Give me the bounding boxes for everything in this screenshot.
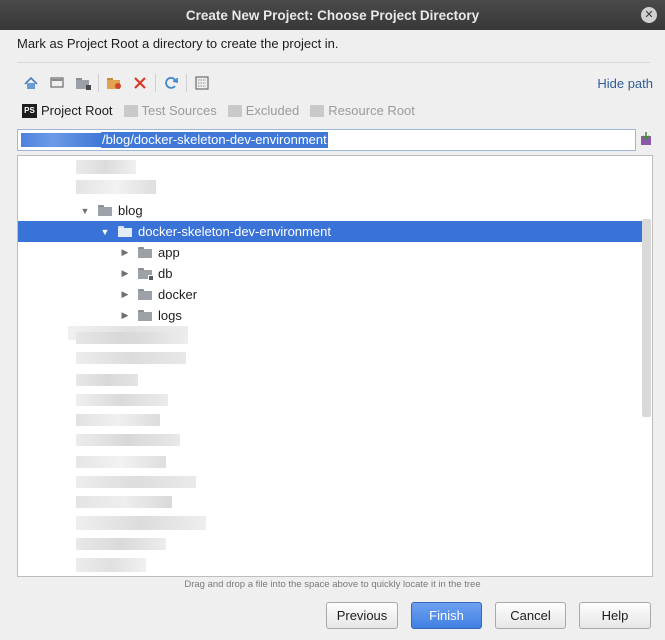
- redacted-tree-item: [76, 496, 172, 508]
- toolbar-separator: [98, 74, 99, 92]
- mark-resource-root-button[interactable]: Resource Root: [310, 103, 415, 118]
- collapse-arrow-icon[interactable]: ▶: [120, 310, 130, 321]
- mark-label: Excluded: [245, 103, 300, 118]
- folder-icon: [310, 104, 325, 117]
- redacted-tree-item: [76, 180, 156, 194]
- desktop-icon[interactable]: [46, 72, 68, 94]
- tree-row-docker[interactable]: ▶ docker: [18, 284, 642, 305]
- mark-project-root-button[interactable]: PS Project Root: [22, 103, 113, 118]
- path-input[interactable]: /blog/docker-skeleton-dev-environment: [17, 129, 636, 151]
- new-folder-icon[interactable]: [103, 72, 125, 94]
- delete-icon[interactable]: [129, 72, 151, 94]
- title-bar: Create New Project: Choose Project Direc…: [0, 0, 665, 30]
- project-folder-icon[interactable]: [72, 72, 94, 94]
- collapse-arrow-icon[interactable]: ▶: [120, 268, 130, 279]
- tree-label: docker: [158, 287, 198, 302]
- locked-folder-icon: [138, 268, 154, 281]
- folder-icon: [227, 104, 242, 117]
- mark-test-sources-button[interactable]: Test Sources: [123, 103, 217, 118]
- redacted-tree-item: [76, 434, 180, 446]
- help-button[interactable]: Help: [579, 602, 651, 629]
- redacted-tree-item: [76, 516, 206, 530]
- redacted-tree-item: [76, 414, 160, 426]
- tree-row-db[interactable]: ▶ db: [18, 263, 642, 284]
- folder-icon: [118, 226, 132, 237]
- tree-label: app: [158, 245, 180, 260]
- hide-path-link[interactable]: Hide path: [597, 76, 653, 91]
- path-history-icon[interactable]: [640, 132, 652, 146]
- toolbar: [20, 72, 217, 94]
- show-hidden-icon[interactable]: [191, 72, 213, 94]
- close-icon[interactable]: ✕: [641, 7, 657, 23]
- redacted-tree-item: [76, 394, 168, 406]
- folder-icon: [98, 205, 112, 216]
- home-icon[interactable]: [20, 72, 42, 94]
- folder-icon: [138, 289, 152, 300]
- redacted-tree-item: [76, 352, 186, 364]
- divider: [17, 62, 650, 63]
- expand-arrow-icon[interactable]: ▼: [100, 227, 110, 237]
- previous-button[interactable]: Previous: [326, 602, 398, 629]
- mark-label: Project Root: [41, 103, 113, 118]
- phpstorm-icon: PS: [22, 103, 37, 118]
- mark-label: Resource Root: [328, 103, 415, 118]
- window-title: Create New Project: Choose Project Direc…: [185, 7, 480, 23]
- path-value: /blog/docker-skeleton-dev-environment: [101, 132, 328, 148]
- redacted-tree-item: [76, 456, 166, 468]
- toolbar-separator: [186, 74, 187, 92]
- redacted-tree-item: [76, 476, 196, 488]
- collapse-arrow-icon[interactable]: ▶: [120, 247, 130, 258]
- mark-as-bar: PS Project Root Test Sources Excluded Re…: [22, 103, 426, 118]
- folder-icon: [123, 104, 138, 117]
- folder-icon: [138, 310, 152, 321]
- collapse-arrow-icon[interactable]: ▶: [120, 289, 130, 300]
- tree-label: db: [158, 266, 173, 281]
- mark-label: Test Sources: [141, 103, 217, 118]
- tree-scrollbar[interactable]: [642, 219, 651, 417]
- folder-icon: [138, 247, 152, 258]
- directory-tree[interactable]: ▼ blog ▼ docker-skeleton-dev-environment…: [17, 155, 653, 577]
- tree-row-logs[interactable]: ▶ logs: [18, 305, 642, 326]
- redacted-tree-item: [76, 374, 138, 386]
- tree-label: logs: [158, 308, 182, 323]
- redacted-tree-item: [76, 332, 188, 344]
- tree-label: docker-skeleton-dev-environment: [138, 224, 331, 239]
- redacted-path-prefix: [21, 133, 101, 147]
- tree-row-app[interactable]: ▶ app: [18, 242, 642, 263]
- expand-arrow-icon[interactable]: ▼: [80, 206, 90, 216]
- tree-label: blog: [118, 203, 143, 218]
- toolbar-separator: [155, 74, 156, 92]
- drag-drop-hint: Drag and drop a file into the space abov…: [184, 579, 481, 590]
- dialog-description: Mark as Project Root a directory to crea…: [17, 36, 339, 51]
- redacted-tree-item: [76, 538, 166, 550]
- redacted-tree-item: [76, 558, 146, 572]
- mark-excluded-button[interactable]: Excluded: [227, 103, 300, 118]
- finish-button[interactable]: Finish: [411, 602, 482, 629]
- tree-row-blog[interactable]: ▼ blog: [18, 200, 642, 221]
- tree-row-selected-project[interactable]: ▼ docker-skeleton-dev-environment: [18, 221, 642, 242]
- redacted-tree-item: [76, 160, 136, 174]
- refresh-icon[interactable]: [160, 72, 182, 94]
- lock-icon: [148, 275, 154, 281]
- cancel-button[interactable]: Cancel: [495, 602, 566, 629]
